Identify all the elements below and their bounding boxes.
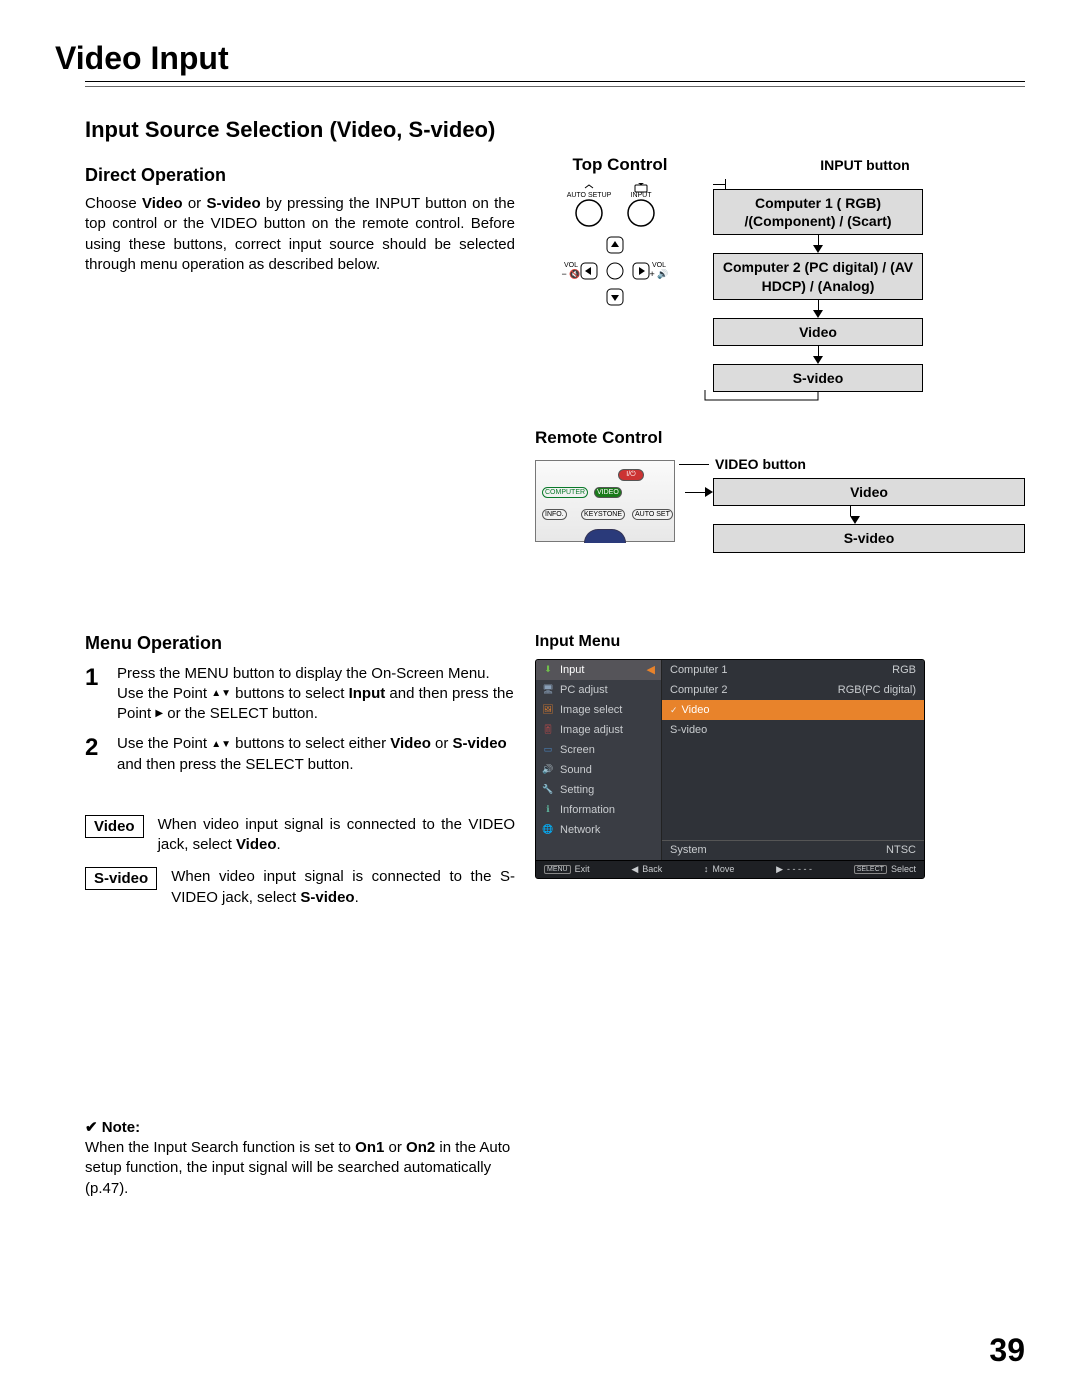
osd-side-icon: 🖼 (542, 704, 554, 716)
svg-text:VOL: VOL (564, 262, 578, 269)
step-1-text: Press the MENU button to display the On-… (117, 664, 515, 725)
flow-box-computer2: Computer 2 (PC digital) / (AV HDCP) / (A… (713, 253, 923, 299)
osd-active-marker: ◀ (647, 663, 655, 676)
video-definition: When video input signal is connected to … (158, 815, 515, 856)
arrow-down-icon (813, 245, 823, 253)
osd-main-label: S-video (670, 724, 707, 736)
flow-box-svideo: S-video (713, 364, 923, 392)
page-number: 39 (989, 1332, 1025, 1369)
title-rule-1 (85, 81, 1025, 82)
check-icon: ✓ (670, 705, 678, 715)
osd-main-item: Computer 1 RGB (662, 660, 924, 680)
osd-main-label: Computer 1 (670, 664, 727, 676)
title-rule-2 (85, 86, 1025, 87)
remote-control-diagram: I/⏻ COMPUTER VIDEO INFO. KEYSTONE AUTO S… (535, 460, 675, 542)
remote-control-heading: Remote Control (535, 428, 1025, 448)
osd-main: Computer 1 RGB Computer 2 RGB(PC digital) ✓ V… (661, 660, 924, 860)
step-number-2: 2 (85, 734, 101, 775)
osd-input-menu: ⬇ Input ◀ 🖥 PC adjust 🖼 Image select 🎚 Image adj… (535, 659, 925, 879)
svg-text:− 🔇: − 🔇 (562, 268, 581, 279)
osd-side-item: ▭ Screen (536, 740, 661, 760)
input-button-label: INPUT button (820, 157, 909, 173)
osd-side-label: Screen (560, 744, 595, 756)
arrow-down-icon (850, 516, 860, 524)
osd-main-item: Computer 2 RGB(PC digital) (662, 680, 924, 700)
svg-text:+ 🔊: + 🔊 (650, 268, 669, 280)
osd-side-item: ℹ Information (536, 800, 661, 820)
section-title: Input Source Selection (Video, S-video) (85, 117, 1025, 143)
osd-side-item: 🖼 Image select (536, 700, 661, 720)
remote-flow-video: Video (713, 478, 1025, 506)
svg-text:VOL: VOL (652, 262, 666, 269)
osd-footer: MENUExit ◀Back ↕Move ▶- - - - - SELECTSe… (536, 860, 924, 878)
updown-arrows-icon (211, 735, 231, 752)
svideo-definition: When video input signal is connected to … (171, 867, 515, 908)
svg-text:INPUT: INPUT (631, 192, 653, 199)
osd-side-item: 🔊 Sound (536, 760, 661, 780)
osd-side-label: Sound (560, 764, 592, 776)
osd-main-label: Video (682, 704, 710, 716)
osd-side-label: Image adjust (560, 724, 623, 736)
step-number-1: 1 (85, 664, 101, 725)
arrow-down-icon (813, 356, 823, 364)
text-bold: Video (142, 195, 183, 212)
direct-operation-body: Choose Video or S-video by pressing the … (85, 194, 515, 275)
osd-side-label: Network (560, 824, 600, 836)
flow-box-video: Video (713, 318, 923, 346)
osd-side-label: Setting (560, 784, 594, 796)
osd-side-icon: 🎚 (542, 724, 554, 736)
remote-flow-svideo: S-video (713, 524, 1025, 552)
osd-main-label: Computer 2 (670, 684, 727, 696)
text: or (183, 195, 207, 212)
osd-side-icon: 🖥 (542, 684, 554, 696)
svideo-box-label: S-video (85, 867, 157, 890)
osd-main-right: RGB (892, 664, 916, 676)
osd-side-item: 🌐 Network (536, 820, 661, 840)
osd-sidebar: ⬇ Input ◀ 🖥 PC adjust 🖼 Image select 🎚 Image adj… (536, 660, 661, 860)
arrow-right-icon (705, 487, 713, 497)
updown-arrows-icon (211, 685, 231, 702)
osd-side-label: Information (560, 804, 615, 816)
osd-side-label: Input (560, 664, 584, 676)
osd-side-icon: 🔊 (542, 764, 554, 776)
osd-side-label: Image select (560, 704, 622, 716)
video-button-label: VIDEO button (715, 456, 806, 472)
osd-side-item: 🖥 PC adjust (536, 680, 661, 700)
right-arrow-icon (155, 705, 163, 722)
osd-side-item: 🔧 Setting (536, 780, 661, 800)
osd-side-icon: 🔧 (542, 784, 554, 796)
step-2-text: Use the Point buttons to select either V… (117, 734, 515, 775)
text-bold: S-video (206, 195, 260, 212)
svg-text:AUTO SETUP: AUTO SETUP (567, 192, 612, 199)
note-heading: ✔ Note: (85, 1118, 515, 1138)
osd-side-icon: ℹ (542, 804, 554, 816)
text: Choose (85, 195, 142, 212)
flow-loop-line (703, 390, 933, 404)
osd-side-icon: ▭ (542, 744, 554, 756)
osd-main-item: S-video (662, 720, 924, 740)
note-block: ✔ Note: When the Input Search function i… (85, 1118, 515, 1199)
osd-system-row: System NTSC (662, 840, 924, 860)
flow-box-computer1: Computer 1 ( RGB) /(Component) / (Scart) (713, 189, 923, 235)
arrow-down-icon (813, 310, 823, 318)
osd-side-item: 🎚 Image adjust (536, 720, 661, 740)
top-control-label: Top Control (535, 155, 705, 175)
osd-side-icon: ⬇ (542, 664, 554, 676)
top-control-diagram: AUTO SETUP INPUT (555, 183, 685, 313)
osd-side-label: PC adjust (560, 684, 608, 696)
video-box-label: Video (85, 815, 144, 838)
direct-operation-heading: Direct Operation (85, 165, 515, 186)
osd-main-item: ✓ Video (662, 700, 924, 720)
osd-side-item: ⬇ Input ◀ (536, 660, 661, 680)
osd-side-icon: 🌐 (542, 824, 554, 836)
page-title: Video Input (55, 40, 1025, 77)
input-menu-heading: Input Menu (535, 633, 1025, 651)
osd-main-right: RGB(PC digital) (838, 684, 916, 696)
menu-operation-heading: Menu Operation (85, 633, 515, 654)
